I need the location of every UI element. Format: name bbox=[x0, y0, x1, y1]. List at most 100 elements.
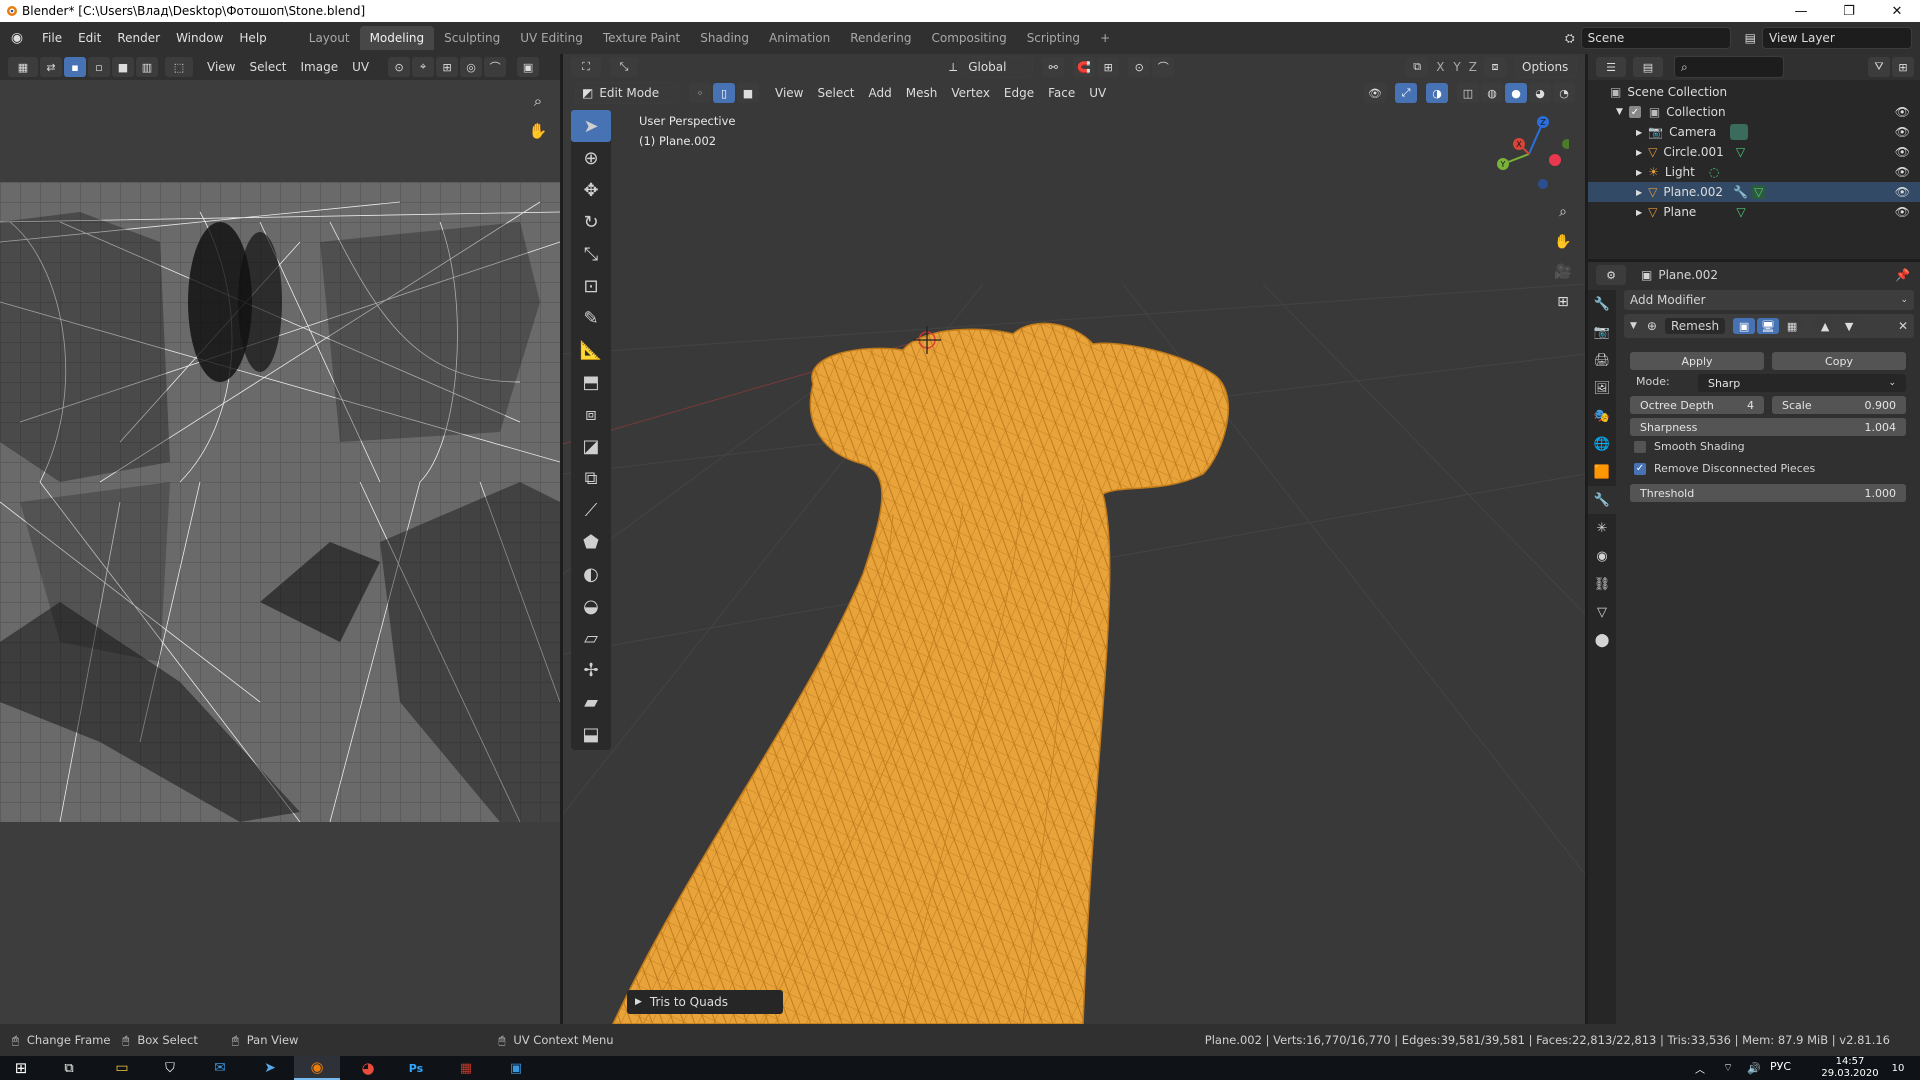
data-tab-icon[interactable]: ▽ bbox=[1588, 598, 1616, 626]
snap-target-icon[interactable]: ⊞ bbox=[436, 57, 459, 77]
spin-tool-icon[interactable]: ◐ bbox=[571, 558, 611, 590]
render-toggle-icon[interactable]: ▦ bbox=[1781, 318, 1804, 334]
notification-center-icon[interactable]: 10 bbox=[1884, 1058, 1912, 1078]
properties-type-icon[interactable]: ⚙ bbox=[1596, 265, 1626, 285]
tab-animation[interactable]: Animation bbox=[759, 26, 840, 50]
overlays-icon[interactable]: ◑ bbox=[1426, 83, 1448, 103]
sticky-select-icon[interactable]: ⬚ bbox=[165, 57, 193, 77]
pivot-point-icon[interactable]: ⚯ bbox=[1042, 57, 1065, 77]
uv-menu-select[interactable]: Select bbox=[242, 60, 293, 74]
visibility-icon[interactable]: 👁 bbox=[1364, 83, 1386, 103]
editor-type-icon[interactable]: ▦ bbox=[8, 57, 38, 77]
outliner-item-camera[interactable]: ▶ 📷 Camera 👁 bbox=[1588, 122, 1920, 142]
mode-selector[interactable]: ◩ Edit Mode bbox=[575, 82, 679, 104]
solid-shading-icon[interactable]: ● bbox=[1505, 83, 1527, 103]
snap-increment-icon[interactable]: ⊞ bbox=[1097, 57, 1120, 77]
orientation-selector[interactable]: Global bbox=[961, 56, 1034, 78]
last-operation-panel[interactable]: ▶ Tris to Quads bbox=[627, 990, 783, 1014]
falloff-icon[interactable]: ⌒ bbox=[484, 57, 507, 77]
maximize-button[interactable]: ❐ bbox=[1826, 0, 1872, 22]
outliner-item-light[interactable]: ▶ ☀ Light ◌ 👁 bbox=[1588, 162, 1920, 182]
mesh-object-plane002[interactable] bbox=[563, 54, 1585, 1024]
task-view-icon[interactable]: ⧉ bbox=[58, 1058, 80, 1078]
mesh-data-icon[interactable]: ▽ bbox=[1736, 145, 1745, 159]
view-layer-tab-icon[interactable]: 🖼 bbox=[1588, 374, 1616, 402]
tab-scripting[interactable]: Scripting bbox=[1017, 26, 1090, 50]
xray-icon[interactable]: ◫ bbox=[1457, 83, 1479, 103]
axis-y-toggle[interactable]: Y bbox=[1451, 60, 1462, 74]
outliner-item-plane002[interactable]: ▶ ▽ Plane.002 🔧 ▽ 👁 bbox=[1588, 182, 1920, 202]
edge-select-icon[interactable]: ▫ bbox=[88, 57, 110, 77]
tab-uv-editing[interactable]: UV Editing bbox=[510, 26, 593, 50]
collapse-arrow-icon[interactable]: ▼ bbox=[1616, 107, 1623, 117]
proportional-edit-icon[interactable]: ⊙ bbox=[1128, 57, 1151, 77]
poly-build-tool-icon[interactable]: ⬟ bbox=[571, 526, 611, 558]
outliner-search[interactable]: ⌕ bbox=[1674, 56, 1784, 78]
close-button[interactable]: ✕ bbox=[1874, 0, 1920, 22]
expand-arrow-icon[interactable]: ▶ bbox=[1636, 168, 1642, 177]
tab-rendering[interactable]: Rendering bbox=[840, 26, 921, 50]
menu-render[interactable]: Render bbox=[109, 22, 168, 54]
material-shading-icon[interactable]: ◕ bbox=[1529, 83, 1551, 103]
snapping-icon[interactable]: 🧲 bbox=[1073, 57, 1096, 77]
viewport-menu-uv[interactable]: UV bbox=[1082, 86, 1113, 100]
world-tab-icon[interactable]: 🌐 bbox=[1588, 430, 1616, 458]
output-tab-icon[interactable]: 🖨 bbox=[1588, 346, 1616, 374]
proportional-icon[interactable]: ◎ bbox=[460, 57, 483, 77]
telegram-icon[interactable]: ➤ bbox=[256, 1058, 284, 1078]
outliner-collection[interactable]: ▼ ✓ ▣ Collection 👁 bbox=[1588, 102, 1920, 122]
expand-arrow-icon[interactable]: ▶ bbox=[1636, 208, 1642, 217]
filter-icon[interactable]: ⛛ bbox=[1868, 57, 1890, 77]
add-workspace-button[interactable]: + bbox=[1090, 26, 1120, 50]
viewport-menu-add[interactable]: Add bbox=[862, 86, 899, 100]
material-tab-icon[interactable]: ⬤ bbox=[1588, 626, 1616, 654]
add-modifier-dropdown[interactable]: Add Modifier ⌄ bbox=[1624, 290, 1914, 310]
menu-window[interactable]: Window bbox=[168, 22, 231, 54]
view-layer-selector[interactable]: View Layer bbox=[1762, 27, 1912, 49]
modifier-name-field[interactable]: Remesh bbox=[1664, 318, 1726, 334]
collection-checkbox[interactable]: ✓ bbox=[1628, 106, 1641, 118]
object-tab-icon[interactable]: 🟧 bbox=[1588, 458, 1616, 486]
mirror-options-icon[interactable]: ⧉ bbox=[1406, 57, 1429, 77]
smooth-tool-icon[interactable]: ◒ bbox=[571, 590, 611, 622]
navigation-gizmo[interactable]: Z Y X bbox=[1489, 114, 1569, 194]
move-down-icon[interactable]: ▼ bbox=[1838, 318, 1861, 334]
constraints-tab-icon[interactable]: ⛓ bbox=[1588, 570, 1616, 598]
outliner-item-circle001[interactable]: ▶ ▽ Circle.001 ▽ 👁 bbox=[1588, 142, 1920, 162]
expand-arrow-icon[interactable]: ▶ bbox=[1636, 188, 1642, 197]
particles-tab-icon[interactable]: ✳ bbox=[1588, 514, 1616, 542]
render-tab-icon[interactable]: 📷 bbox=[1588, 318, 1616, 346]
visibility-eye-icon[interactable]: 👁 bbox=[1895, 205, 1910, 219]
viewport-toggle-icon[interactable]: 🖥 bbox=[1757, 318, 1780, 334]
tab-texture-paint[interactable]: Texture Paint bbox=[593, 26, 690, 50]
copy-button[interactable]: Copy bbox=[1772, 352, 1906, 370]
snap-icon[interactable]: ⌖ bbox=[412, 57, 435, 77]
island-select-icon[interactable]: ▥ bbox=[136, 57, 158, 77]
select-box-tool-icon[interactable]: ➤ bbox=[571, 110, 611, 142]
octree-depth-field[interactable]: Octree Depth 4 bbox=[1630, 396, 1764, 414]
tab-compositing[interactable]: Compositing bbox=[921, 26, 1016, 50]
outliner-item-plane[interactable]: ▶ ▽ Plane ▽ 👁 bbox=[1588, 202, 1920, 222]
scene-tab-icon[interactable]: 🎭 bbox=[1588, 402, 1616, 430]
scene-selector[interactable]: Scene bbox=[1580, 27, 1731, 49]
uv-menu-image[interactable]: Image bbox=[294, 60, 346, 74]
viewport-zoom-icon[interactable]: ⌕ bbox=[1551, 200, 1575, 224]
menu-help[interactable]: Help bbox=[231, 22, 274, 54]
viewport-menu-mesh[interactable]: Mesh bbox=[899, 86, 945, 100]
viewport-menu-face[interactable]: Face bbox=[1041, 86, 1082, 100]
apply-button[interactable]: Apply bbox=[1630, 352, 1764, 370]
loop-cut-tool-icon[interactable]: ⧉ bbox=[571, 462, 611, 494]
mesh-data-icon[interactable]: ▽ bbox=[1751, 185, 1766, 199]
start-button-icon[interactable]: ⊞ bbox=[10, 1058, 32, 1078]
pivot-icon[interactable]: ⊙ bbox=[388, 57, 411, 77]
visibility-eye-icon[interactable]: 👁 bbox=[1895, 125, 1910, 139]
vertex-mode-icon[interactable]: ◦ bbox=[689, 83, 711, 103]
face-select-icon[interactable]: ■ bbox=[112, 57, 134, 77]
store-icon[interactable]: ⛉ bbox=[156, 1058, 184, 1078]
proportional-falloff-icon[interactable]: ⌒ bbox=[1152, 57, 1175, 77]
viewport-editor-type-icon[interactable]: ⛶ bbox=[571, 57, 601, 77]
mesh-data-icon[interactable]: ▽ bbox=[1736, 205, 1745, 219]
ortho-toggle-icon[interactable]: ⊞ bbox=[1551, 290, 1575, 314]
zoom-icon[interactable]: ⌕ bbox=[525, 88, 551, 114]
wifi-icon[interactable]: ⌔ bbox=[1718, 1058, 1738, 1078]
